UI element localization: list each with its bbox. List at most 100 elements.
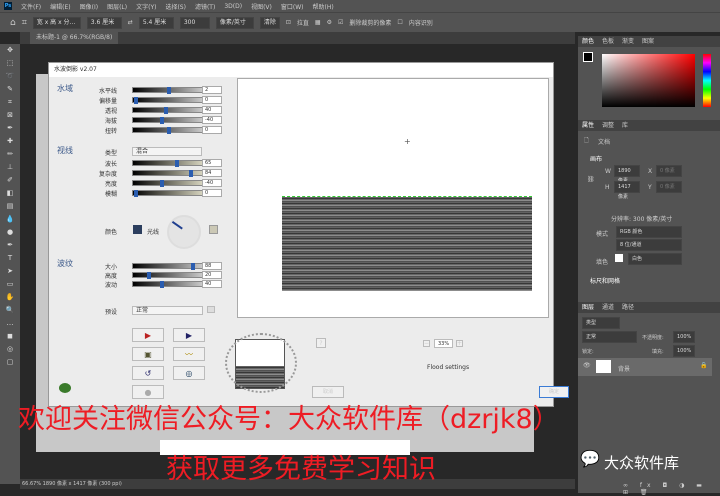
light-color-swatch[interactable] (209, 225, 218, 234)
slider-handle[interactable] (160, 180, 165, 187)
brush-tool-icon[interactable]: ✏ (0, 148, 20, 161)
light-slider-3[interactable] (132, 190, 204, 197)
preset-select[interactable]: 正常 (132, 306, 203, 315)
reset-button[interactable]: ◎ (173, 366, 205, 380)
menu-help[interactable]: 帮助(H) (313, 2, 334, 11)
slider-handle[interactable] (190, 263, 195, 270)
pen-tool-icon[interactable]: ✒ (0, 239, 20, 252)
menu-type[interactable]: 文字(Y) (136, 2, 156, 11)
slider-handle[interactable] (160, 281, 165, 288)
water-value-0[interactable]: 2 (202, 86, 222, 94)
ratio-select[interactable]: 宽 x 高 x 分... (32, 16, 81, 29)
crop-tool-icon[interactable]: ⌗ (0, 96, 20, 109)
tab-gradients[interactable]: 渐变 (622, 36, 634, 47)
water-slider-0[interactable] (132, 87, 204, 94)
resolution-input[interactable]: 300 (179, 16, 210, 29)
zoom-in-button[interactable]: + (456, 340, 463, 347)
layer-footer-icons[interactable]: ∞ fx ◘ ◑ ▬ ⊞ 🗑 (623, 482, 720, 496)
render-right-button[interactable]: ▶ (173, 328, 205, 342)
hue-slider[interactable] (703, 54, 711, 107)
menu-select[interactable]: 选择(S) (165, 2, 186, 11)
tab-paths[interactable]: 路径 (622, 302, 634, 313)
tab-patterns[interactable]: 图案 (642, 36, 654, 47)
slider-handle[interactable] (134, 97, 139, 104)
zoom-out-button[interactable]: − (423, 340, 430, 347)
light-value-2[interactable]: -40 (202, 179, 222, 187)
tab-channels[interactable]: 通道 (602, 302, 614, 313)
light-value-1[interactable]: 84 (202, 169, 222, 177)
opacity-input[interactable]: 100% (673, 331, 695, 343)
tab-libraries[interactable]: 库 (622, 120, 628, 131)
healing-tool-icon[interactable]: ✚ (0, 135, 20, 148)
menu-edit[interactable]: 编辑(E) (50, 2, 70, 11)
waves-value-0[interactable]: 88 (202, 262, 222, 270)
menu-layer[interactable]: 图层(L) (107, 2, 127, 11)
link-icon[interactable]: ⛓ (587, 176, 595, 183)
light-value-3[interactable]: 0 (202, 189, 222, 197)
foreground-color[interactable] (583, 52, 593, 62)
waves-slider-0[interactable] (132, 263, 204, 270)
height-input[interactable]: 5.4 厘米 (138, 16, 174, 29)
color-swatch[interactable] (133, 225, 142, 234)
eraser-tool-icon[interactable]: ◧ (0, 187, 20, 200)
menu-file[interactable]: 文件(F) (21, 2, 41, 11)
more-tools-icon[interactable]: … (0, 317, 20, 330)
slider-handle[interactable] (160, 117, 165, 124)
undo-button[interactable]: ↺ (132, 366, 164, 380)
water-slider-1[interactable] (132, 97, 204, 104)
mode-select[interactable]: RGB 颜色 (616, 226, 682, 238)
light-slider-2[interactable] (132, 180, 204, 187)
water-slider-4[interactable] (132, 127, 204, 134)
slider-handle[interactable] (146, 272, 151, 279)
shape-tool-icon[interactable]: ▭ (0, 278, 20, 291)
eyedropper-tool-icon[interactable]: ✒ (0, 122, 20, 135)
waves-slider-2[interactable] (132, 281, 204, 288)
depth-select[interactable]: 8 位/通道 (616, 239, 682, 251)
water-value-4[interactable]: 0 (202, 126, 222, 134)
frame-tool-icon[interactable]: ⊠ (0, 109, 20, 122)
water-value-1[interactable]: 0 (202, 96, 222, 104)
waves-value-1[interactable]: 20 (202, 271, 222, 279)
grid-icon[interactable]: ▦ (315, 19, 321, 26)
layer-kind-filter[interactable]: 类型 (582, 317, 620, 329)
menu-image[interactable]: 图像(I) (80, 2, 98, 11)
slider-handle[interactable] (175, 160, 180, 167)
stamp-tool-icon[interactable]: ⊥ (0, 161, 20, 174)
straighten-label[interactable]: 拉直 (297, 18, 309, 27)
render-left-button[interactable]: ▶ (132, 328, 164, 342)
history-brush-icon[interactable]: ✐ (0, 174, 20, 187)
move-tool-icon[interactable]: ✥ (0, 44, 20, 57)
light-direction-dial[interactable] (167, 215, 201, 249)
delete-cropped-checkbox[interactable]: ☑ (338, 19, 343, 26)
quick-mask-icon[interactable]: ◎ (0, 343, 20, 356)
width-input[interactable]: 3.6 厘米 (86, 16, 122, 29)
crop-icon[interactable]: ⌗ (22, 18, 27, 28)
light-slider-1[interactable] (132, 170, 204, 177)
content-aware-checkbox[interactable]: ☐ (397, 19, 402, 26)
light-slider-0[interactable] (132, 160, 204, 167)
straighten-icon[interactable]: ⊡ (286, 19, 291, 26)
gradient-tool-icon[interactable]: ▤ (0, 200, 20, 213)
water-value-2[interactable]: 40 (202, 106, 222, 114)
tab-layers[interactable]: 图层 (582, 302, 594, 313)
menu-view[interactable]: 视图(V) (251, 2, 272, 11)
y-field[interactable]: 0 像素 (656, 181, 682, 193)
swap-icon[interactable]: ⇄ (128, 19, 133, 26)
tab-adjustments[interactable]: 调整 (602, 120, 614, 131)
preset-save-icon[interactable] (207, 306, 215, 313)
tab-properties[interactable]: 属性 (582, 120, 594, 131)
visibility-eye-icon[interactable]: 👁 (583, 362, 591, 369)
wave-button[interactable]: 〰 (173, 347, 205, 361)
water-slider-3[interactable] (132, 117, 204, 124)
fill-swatch[interactable] (615, 254, 623, 262)
screen-mode-icon[interactable]: ▢ (0, 356, 20, 369)
menu-3d[interactable]: 3D(D) (224, 3, 242, 10)
quick-select-tool-icon[interactable]: ✎ (0, 83, 20, 96)
blur-tool-icon[interactable]: 💧 (0, 213, 20, 226)
menu-filter[interactable]: 滤镜(T) (195, 2, 215, 11)
color-swatches-icon[interactable]: ◼ (0, 330, 20, 343)
path-select-icon[interactable]: ➤ (0, 265, 20, 278)
dodge-tool-icon[interactable]: ● (0, 226, 20, 239)
layer-row[interactable]: 👁 背景 🔒 (578, 358, 712, 376)
home-icon[interactable]: ⌂ (10, 18, 16, 28)
